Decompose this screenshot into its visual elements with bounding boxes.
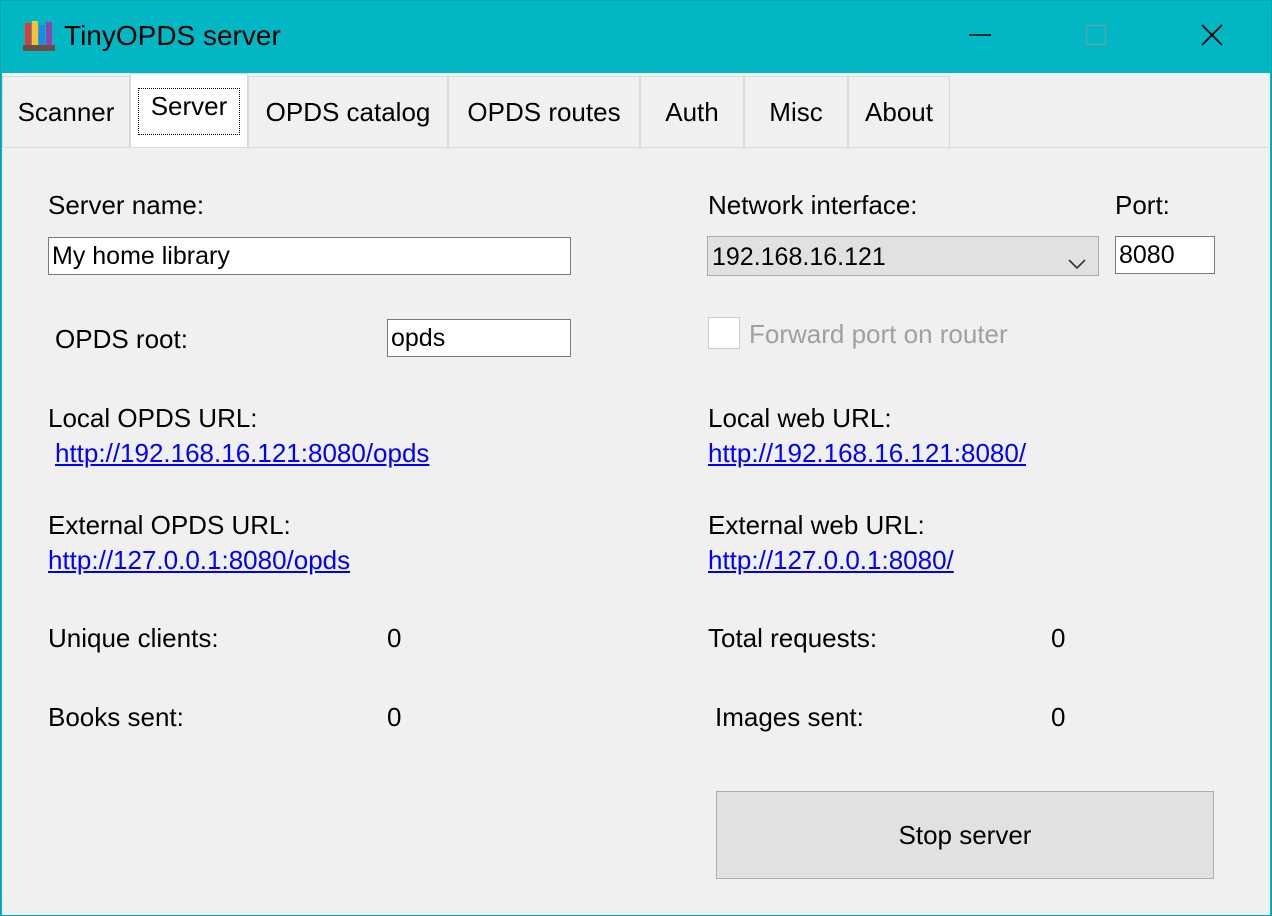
tab-about[interactable]: About bbox=[848, 76, 950, 147]
network-interface-value: 192.168.16.121 bbox=[712, 243, 886, 271]
external-web-url-link[interactable]: http://127.0.0.1:8080/ bbox=[708, 545, 954, 576]
tab-label: About bbox=[865, 96, 933, 127]
tab-strip: Scanner Server OPDS catalog OPDS routes … bbox=[2, 73, 1270, 149]
maximize-icon bbox=[1085, 24, 1107, 51]
server-name-label: Server name: bbox=[48, 190, 205, 220]
network-interface-label: Network interface: bbox=[708, 190, 918, 220]
tab-opds-routes[interactable]: OPDS routes bbox=[448, 76, 640, 147]
tab-scanner[interactable]: Scanner bbox=[2, 76, 130, 147]
app-window: TinyOPDS server Scanner Server OPDS cata… bbox=[0, 0, 1272, 916]
tab-label: Misc bbox=[769, 96, 823, 127]
books-icon bbox=[23, 19, 55, 53]
port-field[interactable] bbox=[1115, 236, 1215, 274]
local-opds-url-link[interactable]: http://192.168.16.121:8080/opds bbox=[55, 438, 429, 469]
tab-opds-catalog[interactable]: OPDS catalog bbox=[248, 76, 448, 147]
tab-server[interactable]: Server bbox=[130, 73, 248, 149]
local-web-url-link[interactable]: http://192.168.16.121:8080/ bbox=[708, 438, 1026, 469]
local-web-url-label: Local web URL: bbox=[708, 403, 892, 433]
server-name-field[interactable] bbox=[48, 237, 571, 275]
tab-label: Server bbox=[137, 88, 241, 135]
tab-misc[interactable]: Misc bbox=[744, 76, 848, 147]
unique-clients-label: Unique clients: bbox=[48, 623, 219, 653]
forward-port-label: Forward port on router bbox=[749, 319, 1008, 349]
port-label: Port: bbox=[1115, 190, 1170, 220]
server-tab-panel: Server name: OPDS root: Local OPDS URL: … bbox=[4, 147, 1268, 914]
stop-server-button[interactable]: Stop server bbox=[716, 791, 1214, 879]
opds-root-label: OPDS root: bbox=[55, 324, 188, 354]
external-opds-url-label: External OPDS URL: bbox=[48, 510, 291, 540]
images-sent-value: 0 bbox=[1051, 702, 1066, 732]
forward-port-checkbox[interactable] bbox=[708, 317, 740, 349]
minimize-icon bbox=[968, 23, 992, 52]
opds-root-field[interactable] bbox=[387, 319, 571, 357]
total-requests-label: Total requests: bbox=[708, 623, 878, 653]
minimize-button[interactable] bbox=[922, 1, 1038, 73]
unique-clients-value: 0 bbox=[387, 623, 402, 653]
books-sent-value: 0 bbox=[387, 702, 402, 732]
network-interface-select[interactable]: 192.168.16.121 bbox=[707, 236, 1099, 276]
close-button[interactable] bbox=[1154, 1, 1270, 73]
tab-auth[interactable]: Auth bbox=[640, 76, 744, 147]
tab-label: OPDS catalog bbox=[265, 96, 431, 127]
close-icon bbox=[1200, 23, 1224, 52]
books-sent-label: Books sent: bbox=[48, 702, 184, 732]
client-area: Scanner Server OPDS catalog OPDS routes … bbox=[2, 73, 1270, 915]
stop-server-label: Stop server bbox=[898, 819, 1032, 850]
total-requests-value: 0 bbox=[1051, 623, 1066, 653]
local-opds-url-label: Local OPDS URL: bbox=[48, 403, 258, 433]
tab-label: OPDS routes bbox=[467, 96, 621, 127]
window-title: TinyOPDS server bbox=[64, 20, 281, 51]
chevron-down-icon bbox=[1068, 248, 1086, 277]
tab-label: Auth bbox=[665, 96, 719, 127]
title-bar[interactable]: TinyOPDS server bbox=[1, 1, 1271, 73]
images-sent-label: Images sent: bbox=[715, 702, 864, 732]
maximize-button[interactable] bbox=[1038, 1, 1154, 73]
external-opds-url-link[interactable]: http://127.0.0.1:8080/opds bbox=[48, 545, 350, 576]
external-web-url-label: External web URL: bbox=[708, 510, 925, 540]
tab-label: Scanner bbox=[17, 96, 115, 127]
